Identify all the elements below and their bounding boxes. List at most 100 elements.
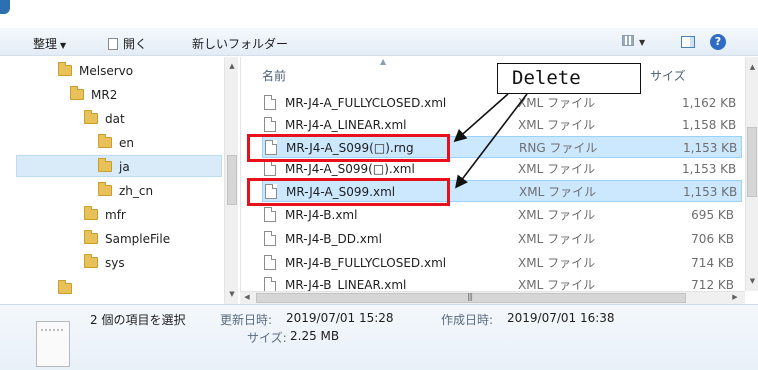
file-name: MR-J4-A_S099(□).xml [285, 162, 415, 176]
size-label: サイズ: [247, 331, 287, 345]
folder-icon [84, 230, 98, 244]
document-icon [264, 161, 276, 176]
folder-icon [84, 206, 98, 220]
organize-button[interactable]: 整理 ▼ [33, 35, 66, 52]
file-size: 1,153 KB [682, 162, 737, 176]
delete-callout: Delete [497, 63, 641, 94]
nav-item-label: MR2 [91, 88, 118, 102]
folder-icon [84, 254, 98, 268]
folder-icon [70, 86, 84, 100]
file-name: MR-J4-A_LINEAR.xml [285, 118, 407, 132]
scroll-left-arrow-icon[interactable]: ◀ [242, 293, 252, 301]
chevron-down-icon: ▼ [60, 41, 67, 50]
file-list-horizontal-scrollbar[interactable]: ◀ ||| ▶ [240, 291, 745, 304]
document-icon [108, 38, 118, 50]
file-type: XML ファイル [518, 162, 596, 176]
file-name: MR-J4-B.xml [285, 208, 358, 222]
document-icon [264, 117, 276, 132]
preview-pane-button[interactable] [681, 36, 695, 48]
open-label: 開く [123, 37, 148, 51]
file-size: 712 KB [691, 278, 734, 291]
scroll-down-arrow-icon[interactable]: ▼ [746, 277, 758, 285]
nav-item-sys[interactable]: sys [84, 252, 125, 274]
scroll-up-arrow-icon[interactable]: ▲ [746, 63, 758, 71]
nav-item-mfr[interactable]: mfr [84, 204, 126, 226]
file-type: XML ファイル [518, 96, 596, 110]
command-bar: 整理 ▼ 開く 新しいフォルダー ▼ ? [0, 28, 758, 56]
highlight-box-rng [247, 134, 450, 162]
created-label: 作成日時: [441, 313, 494, 327]
nav-item-label: zh_cn [119, 184, 154, 198]
nav-scroll-thumb[interactable] [227, 155, 237, 205]
nav-item-label: dat [105, 112, 125, 126]
document-icon [264, 277, 276, 291]
sort-indicator-icon: ▲ [380, 57, 387, 66]
file-type: XML ファイル [518, 232, 596, 246]
folder-icon [98, 134, 112, 148]
file-type: XML ファイル [518, 208, 596, 222]
scroll-grip-icon: ||| [467, 292, 473, 301]
change-view-button[interactable]: ▼ [622, 34, 645, 48]
nav-item-melservo[interactable]: Melservo [58, 60, 133, 82]
nav-item-dat[interactable]: dat [84, 108, 125, 130]
file-row[interactable]: MR-J4-B_FULLYCLOSED.xml XML ファイル 714 KB [262, 252, 742, 274]
folder-icon [84, 110, 98, 124]
file-row[interactable]: MR-J4-A_LINEAR.xml XML ファイル 1,158 KB [262, 114, 742, 136]
highlight-box-xml [247, 178, 450, 206]
folder-icon [58, 62, 72, 76]
file-row[interactable]: MR-J4-B_LINEAR.xml XML ファイル 712 KB [262, 275, 742, 291]
file-size: 1,153 KB [683, 141, 738, 155]
column-header-name[interactable]: 名前 [262, 67, 286, 84]
navigation-pane: Melservo MR2 dat en ja zh_cn mfr SampleF… [0, 57, 238, 304]
document-icon [264, 95, 276, 110]
open-button[interactable]: 開く [108, 35, 147, 52]
nav-item-label: ja [119, 160, 130, 174]
nav-item-label: en [119, 136, 134, 150]
file-row[interactable]: MR-J4-B_DD.xml XML ファイル 706 KB [262, 228, 742, 250]
file-name: MR-J4-B_DD.xml [285, 232, 382, 246]
document-icon [264, 231, 276, 246]
file-row[interactable]: MR-J4-A_FULLYCLOSED.xml XML ファイル 1,162 K… [262, 92, 742, 114]
file-name: MR-J4-A_FULLYCLOSED.xml [285, 96, 447, 110]
selected-files-icon [36, 321, 70, 367]
details-pane: 2 個の項目を選択 更新日時: 2019/07/01 15:28 作成日時: 2… [0, 304, 758, 370]
new-folder-button[interactable]: 新しいフォルダー [192, 35, 288, 52]
nav-scrollbar[interactable]: ▲ ▼ [224, 57, 238, 304]
chevron-down-icon: ▼ [639, 38, 646, 47]
column-header-size[interactable]: サイズ [650, 67, 686, 84]
details-view-icon [622, 35, 634, 46]
folder-icon [58, 280, 72, 294]
file-type: XML ファイル [518, 256, 596, 270]
selection-count: 2 個の項目を選択 [90, 313, 186, 327]
file-type: RNG ファイル [519, 141, 598, 155]
document-icon [264, 255, 276, 270]
file-name: MR-J4-B_LINEAR.xml [285, 278, 407, 291]
nav-item-mr2[interactable]: MR2 [70, 84, 117, 106]
nav-item-samplefile[interactable]: SampleFile [84, 228, 170, 250]
file-size: 1,158 KB [682, 118, 737, 132]
folder-icon [98, 182, 112, 196]
nav-item-label: sys [105, 256, 125, 270]
file-name: MR-J4-B_FULLYCLOSED.xml [285, 256, 447, 270]
folder-icon [98, 158, 112, 172]
scroll-down-arrow-icon[interactable]: ▼ [225, 290, 239, 298]
vertical-scroll-thumb[interactable] [747, 127, 757, 197]
nav-item-label: SampleFile [105, 232, 171, 246]
scroll-right-arrow-icon[interactable]: ▶ [730, 293, 740, 301]
file-list-vertical-scrollbar[interactable]: ▲ ▼ [745, 57, 758, 291]
file-type: XML ファイル [518, 118, 596, 132]
nav-item-label: mfr [105, 208, 126, 222]
nav-item-en[interactable]: en [98, 132, 134, 154]
nav-item-zh-cn[interactable]: zh_cn [98, 180, 153, 202]
help-button[interactable]: ? [710, 34, 726, 50]
nav-item-ja[interactable]: ja [16, 155, 222, 177]
horizontal-scroll-thumb[interactable]: ||| [256, 292, 686, 303]
file-row[interactable]: MR-J4-B.xml XML ファイル 695 KB [262, 204, 742, 226]
file-size: 706 KB [691, 232, 734, 246]
scroll-up-arrow-icon[interactable]: ▲ [225, 62, 239, 70]
file-size: 1,162 KB [682, 96, 737, 110]
modified-label: 更新日時: [220, 313, 273, 327]
modified-value: 2019/07/01 15:28 [286, 311, 394, 325]
file-type: XML ファイル [519, 185, 597, 199]
nav-item-partial[interactable] [58, 278, 79, 304]
